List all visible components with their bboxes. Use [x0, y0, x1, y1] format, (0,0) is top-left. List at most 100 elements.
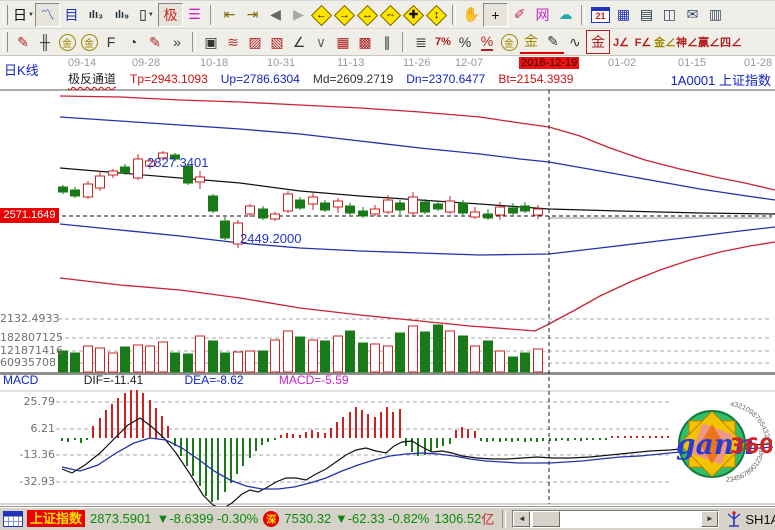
gold-lines-icon[interactable]: 金 [520, 30, 542, 54]
draw-pointer-icon[interactable]: ✐ [508, 4, 531, 26]
macd-dea-value: DEA=-8.62 [185, 373, 244, 387]
parallel-lines-icon[interactable]: ∥ [376, 31, 398, 53]
pencil-ruler-icon[interactable]: ✎ [144, 31, 166, 53]
first-bar-icon[interactable]: ⇤ [218, 4, 241, 26]
pencil-draw-icon[interactable]: ✎ [12, 31, 34, 53]
win-angle-icon[interactable]: 赢∠ [698, 31, 720, 53]
percent-line-icon[interactable]: % [476, 31, 498, 53]
kline-period-icon[interactable]: 日▼ [12, 4, 35, 26]
bars-9min-icon[interactable]: ılı₉ [109, 4, 135, 26]
toolbar-grip[interactable] [3, 5, 8, 25]
scroll-left-icon[interactable]: ← [310, 4, 333, 26]
quote-grid-icon[interactable] [3, 511, 23, 527]
overlay-chart-icon[interactable]: 〽 [35, 3, 60, 27]
crosshair-icon[interactable]: + [483, 3, 508, 27]
price-label-low: 2449.2000 [240, 231, 301, 246]
fit-vertical-icon[interactable]: ↕ [425, 4, 448, 26]
box-range-icon[interactable]: ▣ [200, 31, 222, 53]
j-angle-icon[interactable]: J∠ [610, 31, 632, 53]
shenzhen-badge[interactable]: 深 [263, 511, 279, 527]
angle-lines-icon[interactable]: ∠ [288, 31, 310, 53]
zoom-in-horizontal-icon[interactable]: ⇔ [379, 4, 402, 26]
indicator-value: Dn=2370.6477 [406, 72, 485, 86]
calendar-icon[interactable]: 21 [589, 4, 612, 26]
indicator-name[interactable]: 极反通道 [68, 72, 116, 86]
save-icon[interactable]: ◫ [658, 4, 681, 26]
volume-axis-label: 2132.4933 [0, 312, 55, 325]
gann-grid-icon[interactable]: ▧ [266, 31, 288, 53]
gold-angle-icon[interactable]: 金∠ [654, 31, 676, 53]
volume-profile-icon[interactable]: ☰ [183, 4, 206, 26]
toolbar-grip[interactable] [3, 32, 8, 52]
macd-macd-value: MACD=-5.59 [279, 373, 349, 387]
prev-bar-icon[interactable]: ◀ [264, 4, 287, 26]
chart-canvas[interactable]: 日K线 09-1409-2810-1810-3111-1311-2612-072… [0, 56, 775, 506]
indicator-value: Md=2609.2719 [313, 72, 393, 86]
more-tools-icon[interactable]: » [166, 31, 188, 53]
f-angle-icon[interactable]: F∠ [632, 31, 654, 53]
macd-axis-label: 25.79 [0, 395, 55, 408]
date-label: 10-18 [200, 57, 228, 69]
current-price-tag: 2571.1649 [0, 208, 59, 223]
toolbar-separator [210, 5, 214, 25]
mail-icon[interactable]: ✉ [681, 4, 704, 26]
percent-icon[interactable]: % [454, 31, 476, 53]
symbol-label[interactable]: 1A0001 上证指数 [671, 70, 771, 89]
indicator-value: Bt=2154.3939 [498, 72, 573, 86]
info-panel-icon[interactable]: 目 [60, 4, 83, 26]
candle-style-icon[interactable]: ▯▼ [135, 4, 158, 26]
f-ticks-icon[interactable]: F [100, 31, 122, 53]
pattern-net-icon[interactable]: 网 [531, 4, 554, 26]
date-axis: 09-1409-2810-1810-3111-1311-2612-072018-… [0, 57, 775, 71]
scroll-right-button[interactable]: ► [701, 511, 718, 527]
kline-period-icon-dropdown[interactable]: ▼ [28, 12, 34, 18]
next-bar-icon[interactable]: ▶ [287, 4, 310, 26]
date-label: 01-02 [608, 57, 636, 69]
gann-fan-icon[interactable]: ≋ [222, 31, 244, 53]
four-angle-icon[interactable]: 四∠ [720, 31, 742, 53]
ruler-ticks-icon[interactable]: ╫ [34, 31, 56, 53]
gold-box-icon[interactable]: 金 [586, 30, 610, 54]
last-bar-icon[interactable]: ⇥ [241, 4, 264, 26]
index-change: ▼-8.6399 -0.30% [156, 511, 258, 526]
date-label: 09-28 [132, 57, 160, 69]
gann-box-icon[interactable]: ▨ [244, 31, 266, 53]
notes-icon[interactable]: ▤ [635, 4, 658, 26]
pan-hand-icon[interactable]: ✋ [460, 4, 483, 26]
print-icon[interactable]: ▥ [704, 4, 727, 26]
zoom-out-horizontal-icon[interactable]: ↔ [356, 4, 379, 26]
expand-all-icon[interactable]: ✚ [402, 4, 425, 26]
macd-header: MACD DIF=-11.41 DEA=-8.62 MACD=-5.59 [3, 373, 349, 387]
percent7-icon[interactable]: 7% [432, 31, 454, 53]
candle-style-icon-dropdown[interactable]: ▼ [148, 12, 154, 18]
scroll-thumb[interactable] [532, 511, 560, 527]
symbol-full-label[interactable]: SH1A0001,上证指数 [745, 509, 775, 528]
horizontal-scrollbar[interactable]: ◄ ► [512, 510, 719, 528]
jifan-channel-icon[interactable]: 极 [158, 3, 183, 27]
ai-brain-icon[interactable]: ☁ [554, 4, 577, 26]
scale-ruler-icon[interactable]: ≣ [410, 31, 432, 53]
gold-circle-lines-icon[interactable]: 金 [498, 31, 520, 53]
date-label-selected: 2018-12-19 [519, 57, 579, 69]
gold-circle-b-icon[interactable]: 金 [78, 31, 100, 53]
index-name-badge[interactable]: 上证指数 [27, 510, 85, 527]
bars-3min-icon[interactable]: ılı₃ [83, 4, 109, 26]
grid-dense-icon[interactable]: ▦ [332, 31, 354, 53]
grid-solid-icon[interactable]: ▩ [354, 31, 376, 53]
shen-angle-icon[interactable]: 神∠ [676, 31, 698, 53]
toolbar-separator [192, 32, 196, 52]
macd-title[interactable]: MACD [3, 373, 38, 387]
chart-graphics[interactable] [0, 56, 775, 506]
toolbar-separator [402, 32, 406, 52]
scroll-left-button[interactable]: ◄ [513, 511, 530, 527]
calculator-icon[interactable]: ▦ [612, 4, 635, 26]
macd-axis-label: -13.36 [0, 448, 55, 461]
wave-a-icon[interactable]: ∿ [564, 31, 586, 53]
scroll-right-icon[interactable]: → [333, 4, 356, 26]
kline-pencil-icon[interactable]: ✎ [542, 30, 564, 54]
spiral-icon[interactable]: ◔ [122, 31, 144, 53]
zigzag-icon[interactable]: ∨ [310, 31, 332, 53]
turnover-unit: 亿 [481, 509, 494, 528]
antenna-icon [727, 511, 741, 527]
gold-circle-a-icon[interactable]: 金 [56, 31, 78, 53]
